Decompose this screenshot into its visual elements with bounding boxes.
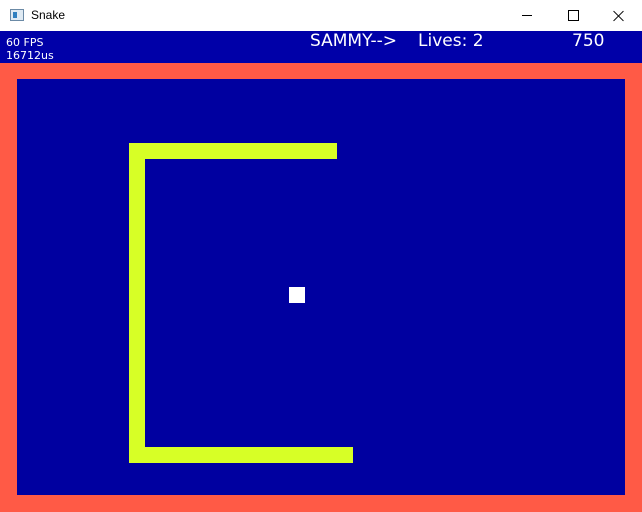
- score: 750: [572, 31, 605, 51]
- minimize-button[interactable]: [504, 0, 550, 31]
- window-title: Snake: [31, 8, 66, 22]
- fps-counter: 60 FPS: [6, 36, 44, 49]
- snake-segment-left: [129, 143, 145, 463]
- food-pellet: [289, 287, 305, 303]
- maximize-icon: [567, 10, 579, 21]
- minimize-icon: [522, 15, 532, 16]
- title-bar[interactable]: Snake: [0, 0, 642, 31]
- snake-segment-top: [129, 143, 337, 159]
- maximize-button[interactable]: [550, 0, 596, 31]
- close-button[interactable]: [596, 0, 642, 31]
- frame-time: 16712us: [6, 49, 54, 62]
- game-arena[interactable]: [17, 79, 625, 495]
- close-icon: [613, 10, 625, 22]
- game-hud: 60 FPS 16712us SAMMY--> Lives: 2 750: [0, 31, 642, 63]
- snake-segment-bottom: [129, 447, 353, 463]
- player-name: SAMMY-->: [310, 31, 397, 51]
- lives-counter: Lives: 2: [418, 31, 484, 51]
- app-window-icon: [10, 9, 24, 21]
